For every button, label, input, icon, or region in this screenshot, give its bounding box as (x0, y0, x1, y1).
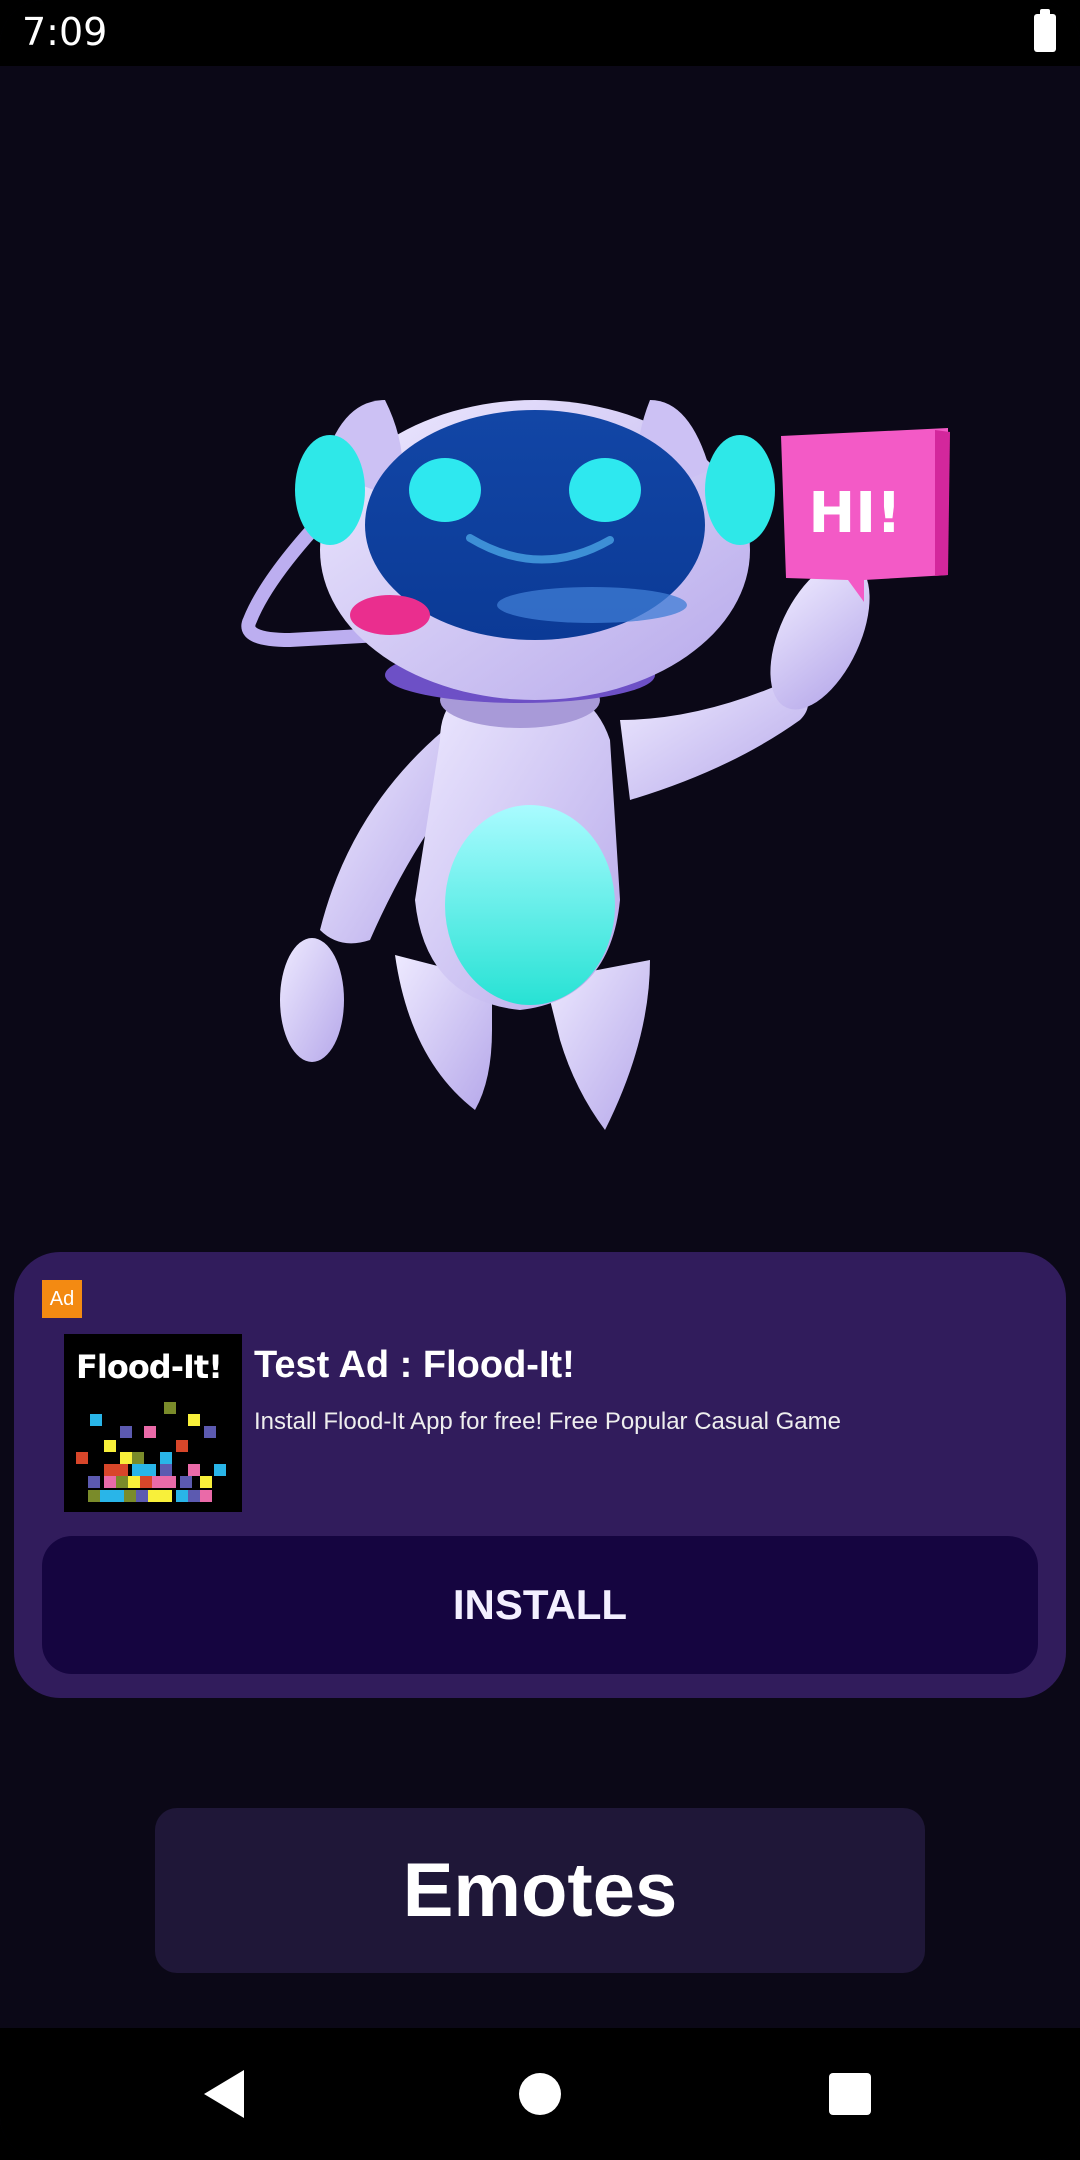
back-icon[interactable] (204, 2070, 244, 2118)
recents-icon[interactable] (829, 2073, 871, 2115)
ad-badge: Ad (42, 1280, 82, 1318)
status-bar: 7:09 (0, 0, 1080, 66)
app-screen: 7:09 HI! Ad Flood-It! Test Ad: Flood-It… (0, 0, 1080, 2160)
install-button[interactable]: INSTALL (42, 1536, 1038, 1674)
emotes-button[interactable]: Emotes (155, 1808, 925, 1973)
ad-body-text: Install Flood-It App for free! Free Popu… (254, 1408, 841, 1435)
robot-illustration: HI! (241, 400, 950, 1130)
ad-icon-pixels (76, 1402, 226, 1502)
navigation-bar (0, 2028, 1080, 2160)
status-time: 7:09 (22, 10, 108, 54)
ad-headline[interactable]: Test Ad : Flood-It! (254, 1344, 575, 1387)
ad-app-icon[interactable]: Flood-It! (64, 1334, 242, 1512)
battery-icon (1034, 9, 1056, 52)
native-ad-card[interactable]: Ad Flood-It! Test Ad: Flood-It! Install… (14, 1252, 1066, 1698)
sign-text: HI! (808, 481, 901, 546)
home-icon[interactable] (519, 2073, 561, 2115)
